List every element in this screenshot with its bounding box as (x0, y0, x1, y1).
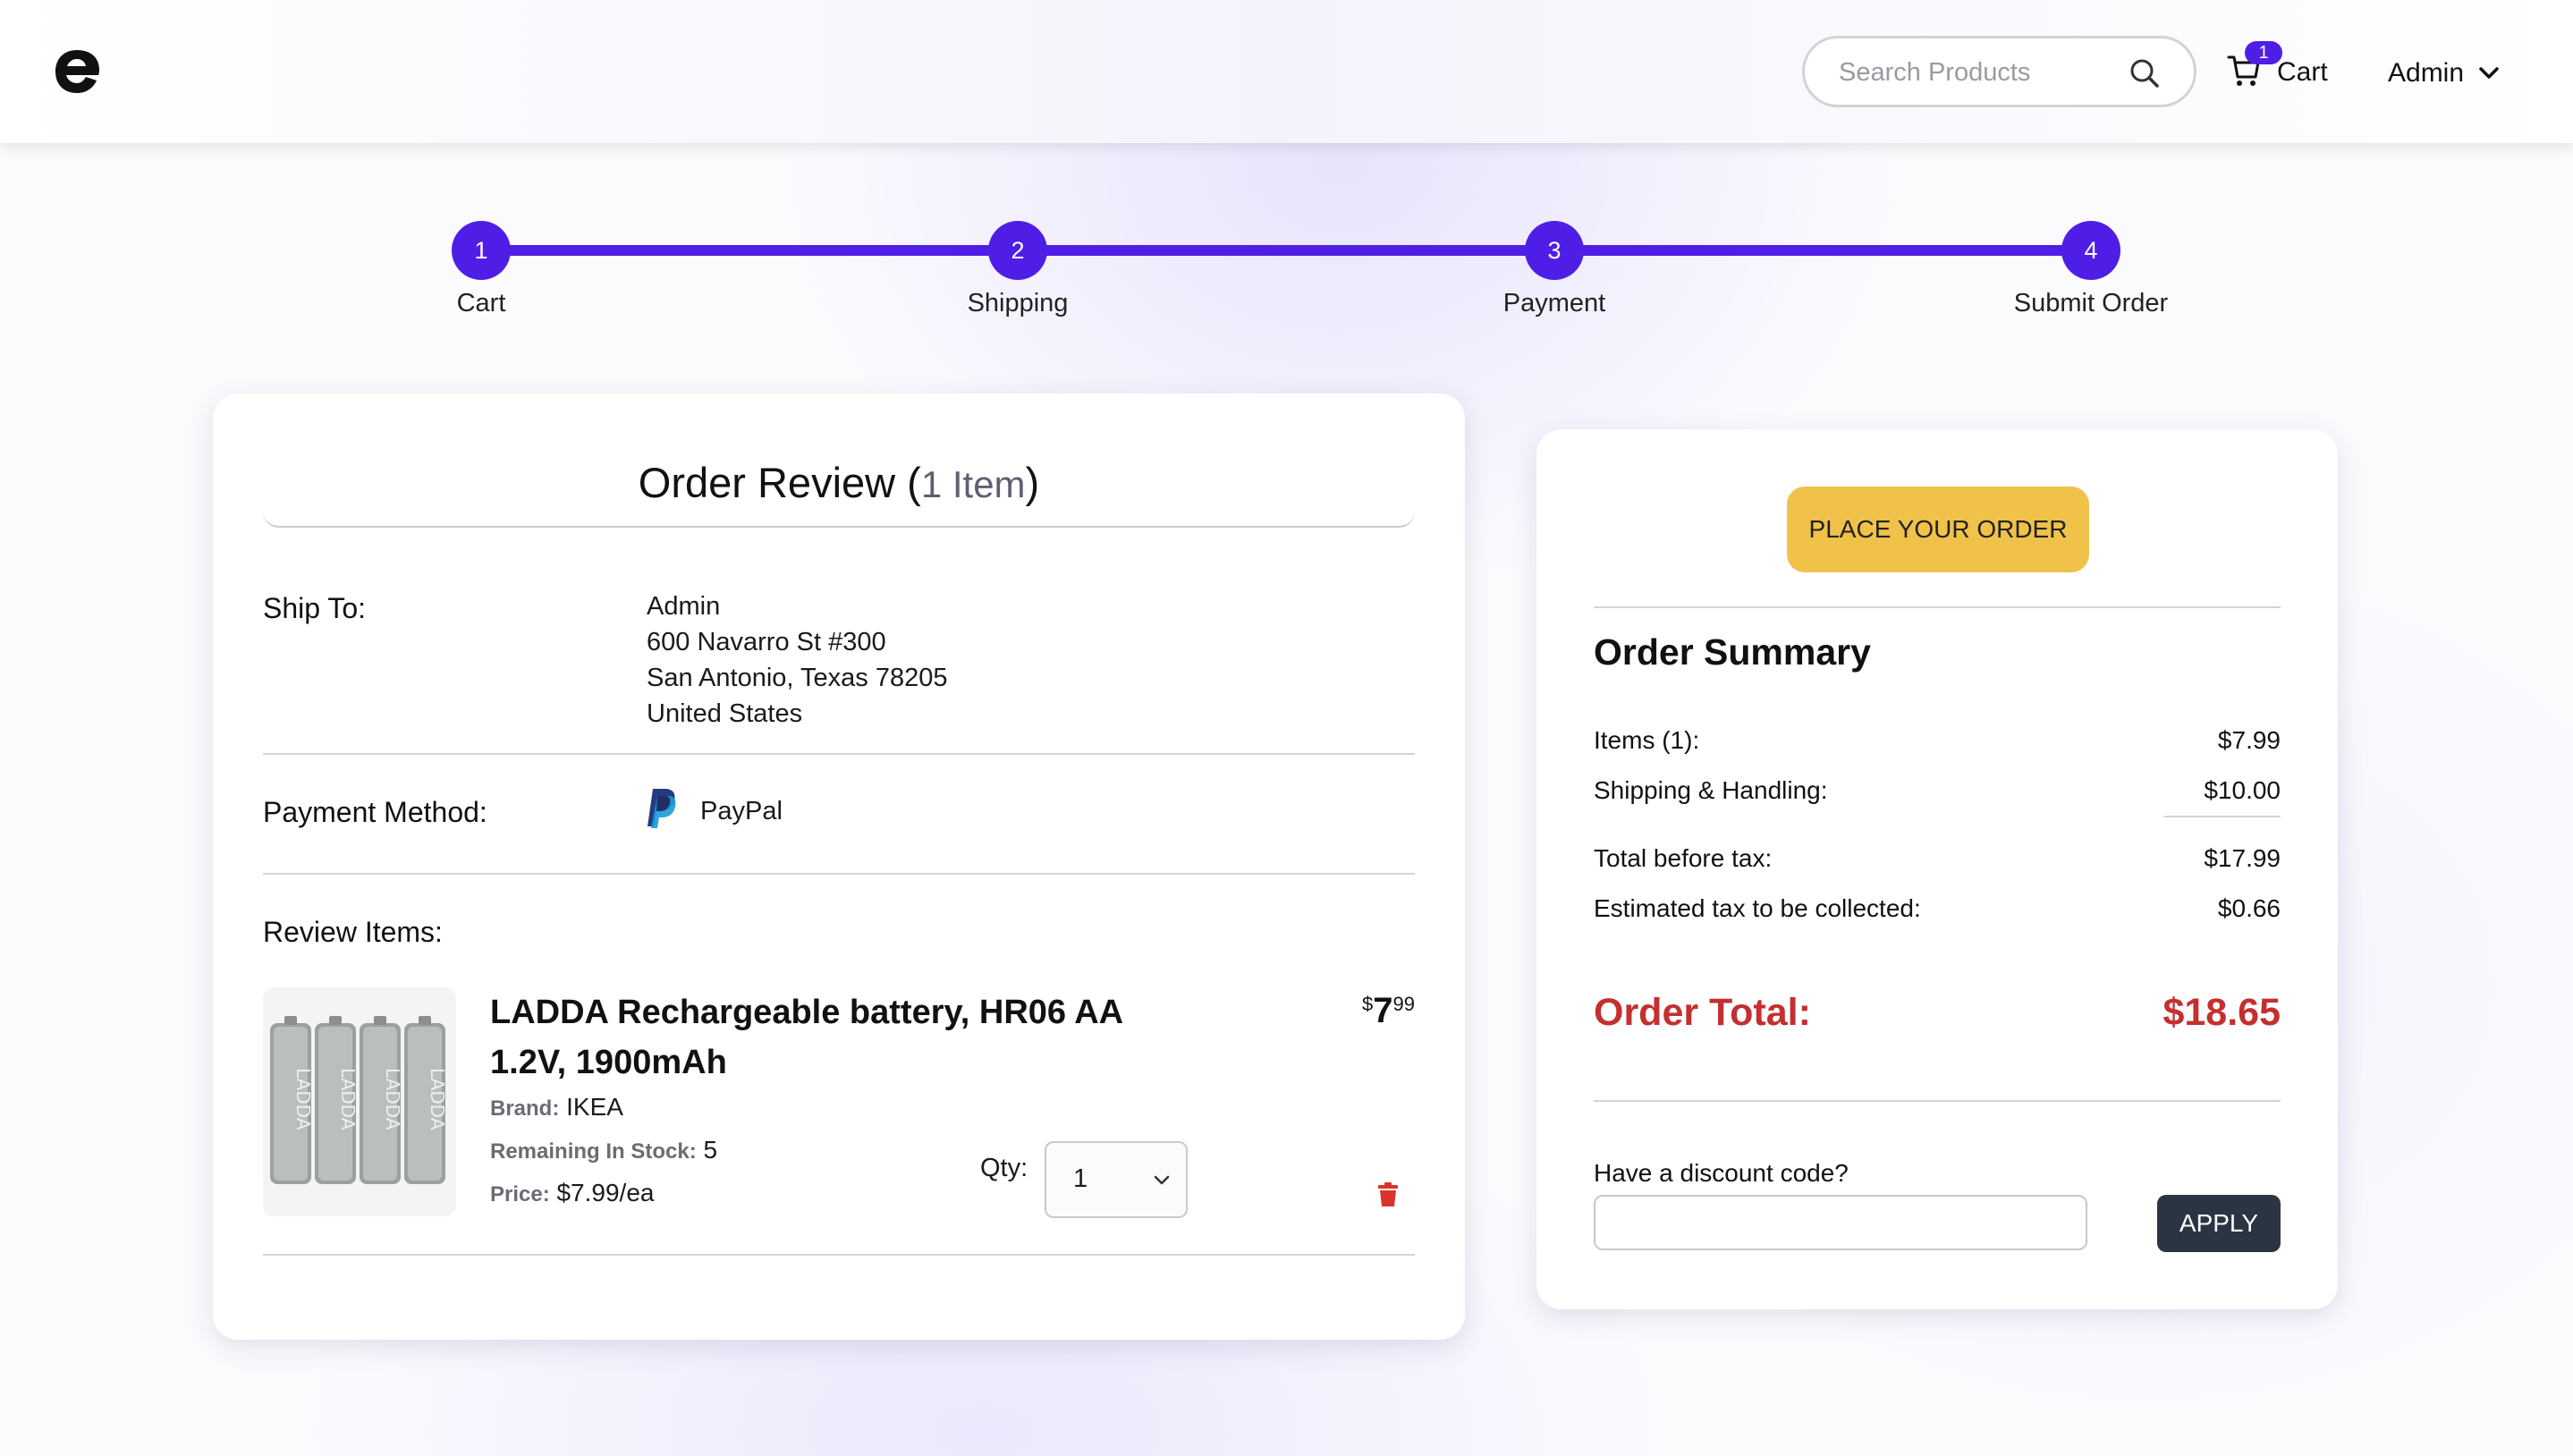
summary-row-items: Items (1): $7.99 (1594, 726, 2281, 755)
summary-label: Items (1): (1594, 726, 1700, 754)
paren-close: ) (1025, 459, 1040, 506)
step-4-dot[interactable]: 4 (2061, 221, 2120, 280)
trash-icon[interactable] (1377, 1182, 1399, 1207)
step-3-label: Payment (1502, 289, 1606, 317)
battery-brand-text: LADDA (337, 1068, 359, 1130)
summary-row-shipping: Shipping & Handling: $10.00 (1594, 776, 2281, 805)
battery-brand-text: LADDA (382, 1068, 403, 1130)
address-line1: 600 Navarro St #300 (647, 628, 886, 656)
product-stock: Remaining In Stock: 5 (490, 1136, 717, 1164)
price-key: Price: (490, 1182, 550, 1206)
divider (263, 873, 1415, 875)
summary-label: Total before tax: (1594, 844, 1773, 872)
price-each-value: $7.99/ea (556, 1179, 655, 1206)
divider (263, 753, 1415, 755)
order-review-title: Order Review (1 Item) (263, 458, 1415, 507)
divider (1594, 1100, 2281, 1102)
battery-brand-text: LADDA (427, 1068, 448, 1130)
price-symbol: $ (1362, 993, 1374, 1015)
summary-value: $0.66 (2217, 894, 2281, 922)
order-total-row: Order Total: $18.65 (1594, 991, 2281, 1035)
brand-value: IKEA (566, 1093, 623, 1121)
product-name[interactable]: LADDA Rechargeable battery, HR06 AA 1.2V… (490, 987, 1170, 1088)
review-items-label: Review Items: (263, 916, 443, 948)
address-country: United States (647, 699, 803, 728)
shipping-address: Admin 600 Navarro St #300 San Antonio, T… (647, 588, 947, 732)
item-count: 1 Item (920, 463, 1026, 505)
summary-row-tax: Estimated tax to be collected: $0.66 (1594, 894, 2281, 923)
order-review-header: Order Review (1 Item) (263, 458, 1415, 528)
summary-value: $7.99 (2217, 726, 2281, 754)
step-2-label: Shipping (967, 289, 1069, 317)
order-review-card: Order Review (1 Item) Ship To: Admin 600… (213, 394, 1465, 1340)
battery-brand-text: LADDA (292, 1068, 314, 1130)
summary-value: $17.99 (2204, 844, 2281, 872)
payment-method-value: PayPal (700, 797, 783, 825)
summary-label: Shipping & Handling: (1594, 776, 1828, 804)
product-price: $799 (1362, 991, 1415, 1031)
apply-discount-button[interactable]: APPLY (2157, 1195, 2281, 1252)
quantity-value: 1 (1073, 1164, 1088, 1193)
divider (263, 1254, 1415, 1256)
order-review-title-text: Order Review (638, 459, 896, 506)
stepper-progress-line (481, 245, 2091, 256)
battery-illustration: LADDA LADDA LADDA LADDA (263, 987, 456, 1216)
stock-value: 5 (703, 1136, 718, 1164)
step-1-label: Cart (456, 289, 506, 317)
step-2-dot[interactable]: 2 (988, 221, 1047, 280)
order-total-value: $18.65 (2163, 991, 2281, 1034)
checkout-stepper: 1 2 3 4 Cart Shipping Payment Submit Ord… (0, 0, 2573, 340)
paypal-icon (647, 789, 676, 828)
address-line2: San Antonio, Texas 78205 (647, 664, 948, 692)
summary-row-before-tax: Total before tax: $17.99 (1594, 844, 2281, 873)
product-image[interactable]: LADDA LADDA LADDA LADDA (263, 987, 456, 1216)
brand-key: Brand: (490, 1096, 560, 1121)
quantity-select[interactable]: 1 (1045, 1141, 1188, 1218)
paren-open: ( (907, 459, 921, 506)
qty-label: Qty: (980, 1154, 1028, 1182)
divider (1594, 606, 2281, 608)
summary-label: Estimated tax to be collected: (1594, 894, 1921, 922)
subtotal-divider (2164, 816, 2281, 817)
discount-code-input[interactable] (1594, 1195, 2087, 1250)
order-total-label: Order Total: (1594, 991, 1811, 1034)
step-1-dot[interactable]: 1 (452, 221, 511, 280)
place-order-button[interactable]: PLACE YOUR ORDER (1787, 487, 2089, 572)
order-summary-title: Order Summary (1594, 631, 1871, 673)
price-cents: 99 (1392, 993, 1415, 1015)
step-3-dot[interactable]: 3 (1525, 221, 1584, 280)
product-price-each: Price: $7.99/ea (490, 1179, 654, 1207)
order-summary-card: PLACE YOUR ORDER Order Summary Items (1)… (1536, 429, 2338, 1309)
step-4-label: Submit Order (2013, 289, 2169, 317)
ship-to-label: Ship To: (263, 592, 367, 624)
price-whole: 7 (1373, 991, 1393, 1030)
product-brand: Brand: IKEA (490, 1093, 623, 1122)
stock-key: Remaining In Stock: (490, 1139, 697, 1164)
discount-label: Have a discount code? (1594, 1159, 1849, 1187)
chevron-down-icon (1154, 1175, 1170, 1185)
payment-method-label: Payment Method: (263, 796, 487, 828)
summary-value: $10.00 (2204, 776, 2281, 804)
address-name: Admin (647, 592, 721, 621)
